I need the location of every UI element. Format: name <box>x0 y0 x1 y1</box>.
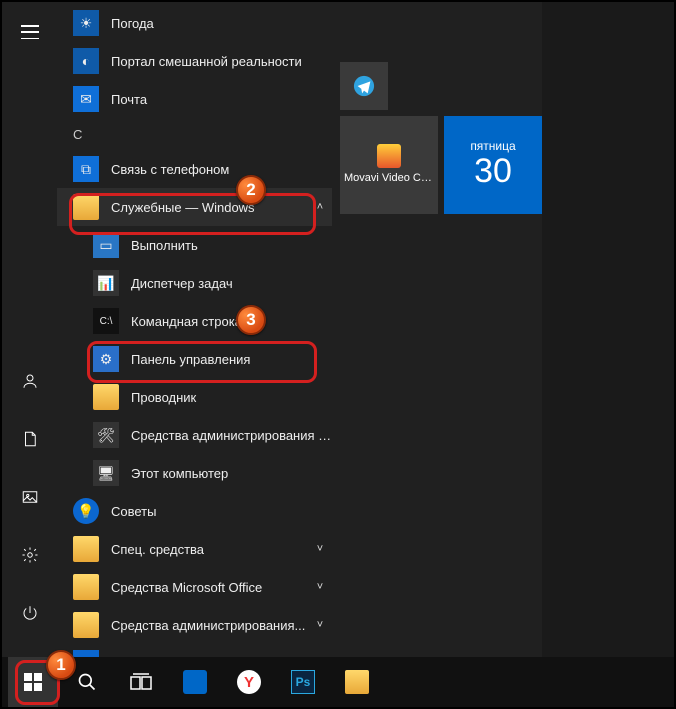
app-label: Почта <box>111 92 332 107</box>
app-label: Служебные — Windows <box>111 200 308 215</box>
app-label: Средства администрирования... <box>111 618 308 633</box>
app-label: Панель управления <box>131 352 332 367</box>
app-admin-tools-2[interactable]: Средства администрирования... ˅ <box>57 606 332 644</box>
app-label: Этот компьютер <box>131 466 332 481</box>
app-weather[interactable]: ☀ Погода <box>57 4 332 42</box>
taskbar-explorer[interactable] <box>332 657 382 707</box>
pc-icon: 🖥 <box>93 460 119 486</box>
telegram-icon <box>353 75 375 97</box>
tile-telegram[interactable] <box>340 62 388 110</box>
chevron-down-icon: ˅ <box>308 581 332 593</box>
movavi-icon <box>377 144 401 168</box>
start-menu: ☀ Погода ◐ Портал смешанной реальности ✉… <box>2 2 542 657</box>
gear-icon <box>21 546 39 564</box>
explorer-icon <box>93 384 119 410</box>
taskmgr-icon: 📊 <box>93 270 119 296</box>
badge-2: 2 <box>236 175 266 205</box>
app-accessibility[interactable]: Спец. средства ˅ <box>57 530 332 568</box>
weather-icon: ☀ <box>73 10 99 36</box>
mixed-reality-icon: ◐ <box>73 48 99 74</box>
app-label: Погода <box>111 16 332 31</box>
folder-icon <box>73 612 99 638</box>
app-ms-office[interactable]: Средства Microsoft Office ˅ <box>57 568 332 606</box>
expand-button[interactable] <box>10 12 50 52</box>
app-admin-tools[interactable]: 🛠 Средства администрирования Wi... <box>57 416 332 454</box>
app-cmd[interactable]: C:\ Командная строка <box>57 302 332 340</box>
letter-label: С <box>73 127 82 142</box>
photoshop-icon: Ps <box>291 670 315 694</box>
calendar-day: пятница <box>470 139 515 153</box>
badge-1: 1 <box>46 650 76 680</box>
search-icon <box>77 672 97 692</box>
app-label: Проводник <box>131 390 332 405</box>
settings-button[interactable] <box>10 535 50 575</box>
app-phone-link[interactable]: ⧉ Связь с телефоном <box>57 150 332 188</box>
pictures-button[interactable] <box>10 477 50 517</box>
folder-icon <box>73 194 99 220</box>
user-icon <box>21 372 39 390</box>
tips-icon: 💡 <box>73 498 99 524</box>
taskbar: Y Ps <box>2 657 674 707</box>
app-tips[interactable]: 💡 Советы <box>57 492 332 530</box>
documents-button[interactable] <box>10 419 50 459</box>
app-run[interactable]: ▭ Выполнить <box>57 226 332 264</box>
app-label: Портал смешанной реальности <box>111 54 332 69</box>
chevron-down-icon: ˅ <box>308 619 332 631</box>
badge-3: 3 <box>236 305 266 335</box>
chevron-up-icon: ˄ <box>308 201 332 213</box>
app-label: Средства администрирования Wi... <box>131 428 332 443</box>
phone-icon: ⧉ <box>73 156 99 182</box>
hamburger-icon <box>21 25 39 39</box>
power-button[interactable] <box>10 593 50 633</box>
app-label: Диспетчер задач <box>131 276 332 291</box>
user-button[interactable] <box>10 361 50 401</box>
app-mixed-reality[interactable]: ◐ Портал смешанной реальности <box>57 42 332 80</box>
tiles-area: Movavi Video Converter... пятница 30 <box>332 2 542 657</box>
calendar-date: 30 <box>474 153 512 190</box>
app-label: Командная строка <box>131 314 332 329</box>
app-label: Средства Microsoft Office <box>111 580 308 595</box>
control-panel-icon: ⚙ <box>93 346 119 372</box>
task-view-button[interactable] <box>116 657 166 707</box>
cmd-icon: C:\ <box>93 308 119 334</box>
app-label: Выполнить <box>131 238 332 253</box>
taskbar-yandex[interactable]: Y <box>224 657 274 707</box>
app-task-manager[interactable]: 📊 Диспетчер задач <box>57 264 332 302</box>
run-icon: ▭ <box>93 232 119 258</box>
calendar-icon <box>183 670 207 694</box>
yandex-icon: Y <box>237 670 261 694</box>
app-mail[interactable]: ✉ Почта <box>57 80 332 118</box>
app-label: Советы <box>111 504 332 519</box>
app-label: Связь с телефоном <box>111 162 332 177</box>
admin-icon: 🛠 <box>93 422 119 448</box>
app-control-panel[interactable]: ⚙ Панель управления <box>57 340 332 378</box>
folder-icon <box>73 574 99 600</box>
tile-movavi[interactable]: Movavi Video Converter... <box>340 116 438 214</box>
app-explorer[interactable]: Проводник <box>57 378 332 416</box>
letter-header[interactable]: С <box>57 118 332 150</box>
picture-icon <box>21 488 39 506</box>
folder-icon <box>73 536 99 562</box>
taskbar-photoshop[interactable]: Ps <box>278 657 328 707</box>
app-3d-viewer[interactable]: ◆ Средство 3D-просмотра <box>57 644 332 657</box>
windows-icon <box>24 673 42 691</box>
tile-calendar[interactable]: пятница 30 <box>444 116 542 214</box>
chevron-down-icon: ˅ <box>308 543 332 555</box>
app-label: Спец. средства <box>111 542 308 557</box>
mail-icon: ✉ <box>73 86 99 112</box>
taskbar-calendar[interactable] <box>170 657 220 707</box>
app-this-pc[interactable]: 🖥 Этот компьютер <box>57 454 332 492</box>
viewer3d-icon: ◆ <box>73 650 99 657</box>
start-rail <box>2 2 57 657</box>
power-icon <box>21 604 39 622</box>
document-icon <box>21 430 39 448</box>
folder-icon <box>345 670 369 694</box>
app-windows-system[interactable]: Служебные — Windows ˄ <box>57 188 332 226</box>
task-view-icon <box>130 673 152 691</box>
app-list: ☀ Погода ◐ Портал смешанной реальности ✉… <box>57 2 332 657</box>
tile-label: Movavi Video Converter... <box>344 172 434 185</box>
